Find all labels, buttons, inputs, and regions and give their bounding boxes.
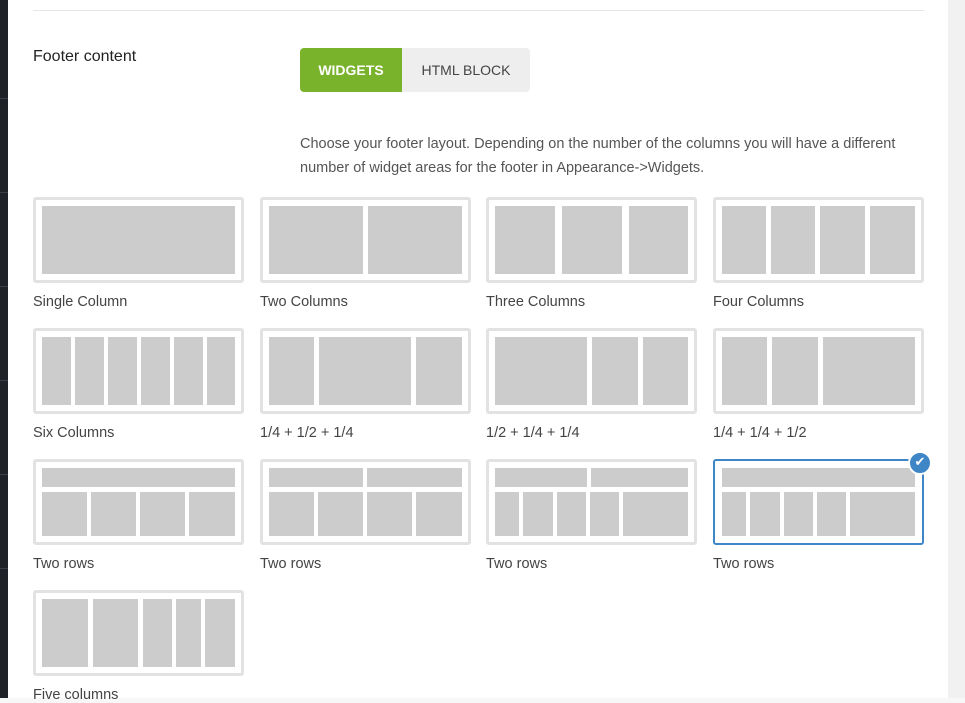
divider: [33, 10, 924, 11]
layout-thumbnail[interactable]: [486, 328, 697, 414]
layout-label: Two Columns: [260, 294, 348, 310]
layout-label: 1/4 + 1/4 + 1/2: [713, 425, 807, 441]
layout-description: Choose your footer layout. Depending on …: [300, 136, 896, 176]
layout-thumbnail[interactable]: [713, 197, 924, 283]
footer-content-toggle: WIDGETS HTML BLOCK: [300, 48, 530, 92]
layout-label: Two rows: [713, 556, 775, 572]
layout-label: Two rows: [486, 556, 548, 572]
layout-option-five-columns[interactable]: Five columns: [33, 590, 244, 703]
layout-label: 1/2 + 1/4 + 1/4: [486, 425, 580, 441]
layout-option-quarter-half-quarter[interactable]: 1/4 + 1/2 + 1/4: [260, 328, 471, 441]
checkmark-icon: ✔: [908, 451, 932, 475]
layout-option-two-rows-1[interactable]: Two rows: [33, 459, 244, 572]
layout-label: Four Columns: [713, 294, 805, 310]
layout-label: Two rows: [260, 556, 322, 572]
html-block-button[interactable]: HTML BLOCK: [402, 48, 530, 92]
layout-option-two-rows-3[interactable]: Two rows: [486, 459, 697, 572]
layout-thumbnail[interactable]: [486, 197, 697, 283]
layout-label: Single Column: [33, 294, 128, 310]
section-label: Footer content: [33, 48, 137, 65]
layout-thumbnail[interactable]: [260, 328, 471, 414]
layout-label: 1/4 + 1/2 + 1/4: [260, 425, 354, 441]
layout-thumbnail[interactable]: [713, 328, 924, 414]
layout-thumbnail[interactable]: [33, 459, 244, 545]
layout-label: Three Columns: [486, 294, 586, 310]
layout-thumbnail[interactable]: [486, 459, 697, 545]
left-edge-bar: [0, 0, 8, 698]
layout-label: Two rows: [33, 556, 95, 572]
layout-option-three-columns[interactable]: Three Columns: [486, 197, 697, 310]
layout-option-six-columns[interactable]: Six Columns: [33, 328, 244, 441]
layout-thumbnail-selected[interactable]: ✔: [713, 451, 932, 545]
settings-panel: Footer content WIDGETS HTML BLOCK Choose…: [8, 0, 948, 703]
layout-label: Six Columns: [33, 425, 115, 441]
layout-option-two-columns[interactable]: Two Columns: [260, 197, 471, 310]
layout-option-two-rows-4[interactable]: ✔ Two rows: [713, 451, 932, 572]
layout-label: Five columns: [33, 687, 119, 703]
layout-thumbnail[interactable]: [33, 590, 244, 676]
widgets-button[interactable]: WIDGETS: [300, 48, 402, 92]
layout-option-half-quarter-quarter[interactable]: 1/2 + 1/4 + 1/4: [486, 328, 697, 441]
layout-thumbnail[interactable]: [260, 197, 471, 283]
layout-option-two-rows-2[interactable]: Two rows: [260, 459, 471, 572]
layout-thumbnail[interactable]: [33, 328, 244, 414]
layout-thumbnail[interactable]: [33, 197, 244, 283]
layout-option-four-columns[interactable]: Four Columns: [713, 197, 924, 310]
layout-thumbnail[interactable]: [260, 459, 471, 545]
layout-option-quarter-quarter-half[interactable]: 1/4 + 1/4 + 1/2: [713, 328, 924, 441]
layout-option-single-column[interactable]: Single Column: [33, 197, 244, 310]
scrollbar-track[interactable]: [948, 0, 965, 698]
